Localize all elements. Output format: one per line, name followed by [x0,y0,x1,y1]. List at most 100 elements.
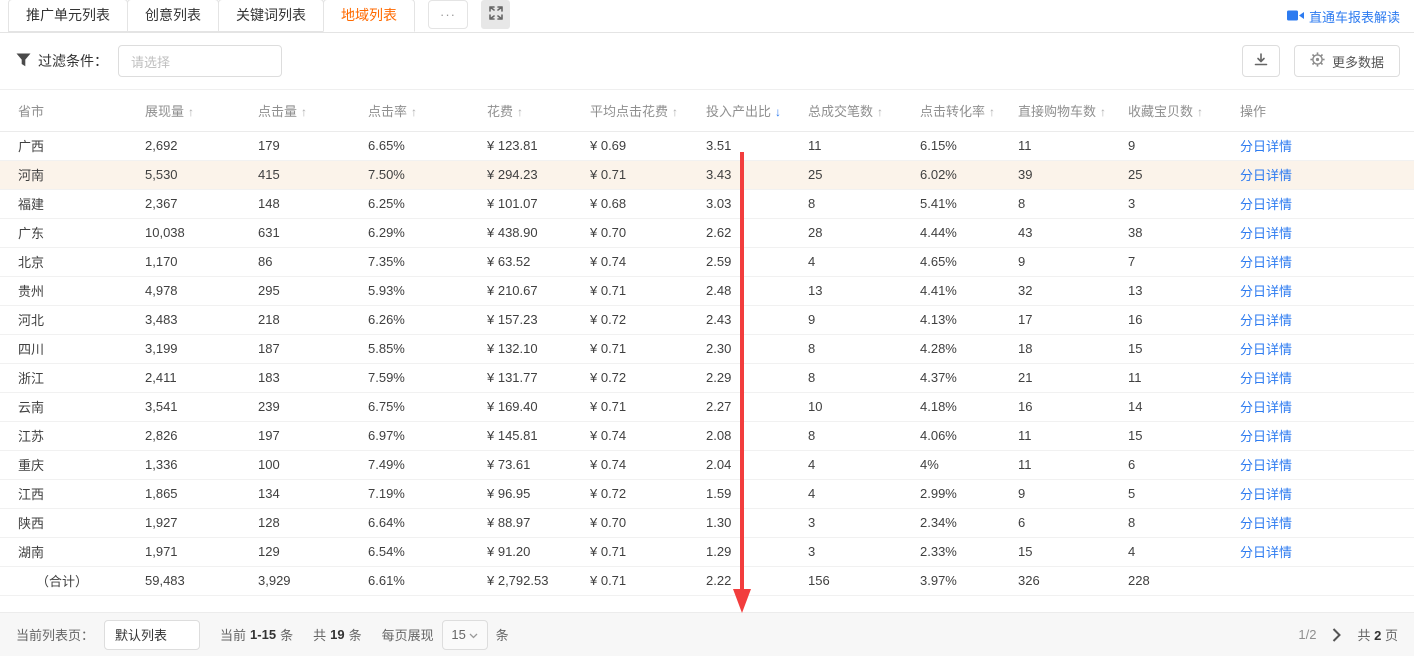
next-page-button[interactable] [1332,628,1341,642]
daily-detail-link[interactable]: 分日详情 [1240,545,1292,560]
value-cell: ¥ 73.61 [469,450,572,479]
value-cell: ¥ 0.71 [572,537,688,566]
tab-2[interactable]: 关键词列表 [218,0,324,32]
daily-detail-link[interactable]: 分日详情 [1240,313,1292,328]
value-cell: 16 [1000,392,1110,421]
table-header-row: 省市展现量↑点击量↑点击率↑花费↑平均点击花费↑投入产出比↓总成交笔数↑点击转化… [0,90,1414,131]
value-cell: 7.35% [350,247,469,276]
column-header-2[interactable]: 点击量↑ [240,90,350,131]
per-page-select[interactable]: 15 [442,620,488,650]
daily-detail-link[interactable]: 分日详情 [1240,284,1292,299]
sort-desc-icon: ↓ [775,105,781,119]
value-cell: 1,927 [127,508,240,537]
column-header-4[interactable]: 花费↑ [469,90,572,131]
daily-detail-link[interactable]: 分日详情 [1240,255,1292,270]
daily-detail-link[interactable]: 分日详情 [1240,429,1292,444]
value-cell: ¥ 0.69 [572,131,688,160]
action-cell: 分日详情 [1222,334,1414,363]
value-cell: 295 [240,276,350,305]
column-header-10[interactable]: 收藏宝贝数↑ [1110,90,1222,131]
value-cell: 1,336 [127,450,240,479]
tab-3[interactable]: 地域列表 [323,0,415,32]
value-cell: 6.29% [350,218,469,247]
action-cell: 分日详情 [1222,218,1414,247]
value-cell: 4.37% [902,363,1000,392]
value-cell: 10 [790,392,902,421]
report-explain-link[interactable]: 直通车报表解读 [1287,7,1400,26]
more-tabs-button[interactable]: ··· [428,0,468,29]
value-cell: 4 [1110,537,1222,566]
tab-1[interactable]: 创意列表 [127,0,219,32]
video-icon [1287,9,1304,25]
more-data-button[interactable]: 更多数据 [1294,45,1400,77]
column-header-7[interactable]: 总成交笔数↑ [790,90,902,131]
value-cell: 6.15% [902,131,1000,160]
tab-0[interactable]: 推广单元列表 [8,0,128,32]
daily-detail-link[interactable]: 分日详情 [1240,516,1292,531]
daily-detail-link[interactable]: 分日详情 [1240,371,1292,386]
value-cell: ¥ 0.72 [572,479,688,508]
value-cell: 15 [1110,334,1222,363]
column-header-9[interactable]: 直接购物车数↑ [1000,90,1110,131]
value-cell: 13 [1110,276,1222,305]
column-header-3[interactable]: 点击率↑ [350,90,469,131]
table-row: 北京1,170867.35%¥ 63.52¥ 0.742.5944.65%97分… [0,247,1414,276]
table-row: 福建2,3671486.25%¥ 101.07¥ 0.683.0385.41%8… [0,189,1414,218]
value-cell: 3,199 [127,334,240,363]
table-row: 四川3,1991875.85%¥ 132.10¥ 0.712.3084.28%1… [0,334,1414,363]
value-cell: 3 [1110,189,1222,218]
value-cell: 8 [790,189,902,218]
value-cell: 8 [790,334,902,363]
daily-detail-link[interactable]: 分日详情 [1240,226,1292,241]
value-cell: 2.34% [902,508,1000,537]
table-row: 广东10,0386316.29%¥ 438.90¥ 0.702.62284.44… [0,218,1414,247]
value-cell: 187 [240,334,350,363]
value-cell: 4 [790,247,902,276]
table-row: 云南3,5412396.75%¥ 169.40¥ 0.712.27104.18%… [0,392,1414,421]
download-button[interactable] [1242,45,1280,77]
value-cell: 11 [1000,421,1110,450]
list-select[interactable]: 默认列表 [104,620,200,650]
value-cell: 3,483 [127,305,240,334]
daily-detail-link[interactable]: 分日详情 [1240,168,1292,183]
daily-detail-link[interactable]: 分日详情 [1240,139,1292,154]
total-count-text: 共19条 [313,625,362,644]
value-cell: 179 [240,131,350,160]
filter-select[interactable]: 请选择 [118,45,282,77]
value-cell: 1,971 [127,537,240,566]
value-cell: 8 [790,363,902,392]
value-cell: 43 [1000,218,1110,247]
column-header-1[interactable]: 展现量↑ [127,90,240,131]
value-cell: 2.62 [688,218,790,247]
value-cell: 32 [1000,276,1110,305]
value-cell: 11 [790,131,902,160]
daily-detail-link[interactable]: 分日详情 [1240,458,1292,473]
value-cell: 415 [240,160,350,189]
chevron-down-icon [469,627,478,642]
daily-detail-link[interactable]: 分日详情 [1240,197,1292,212]
value-cell: 1.30 [688,508,790,537]
value-cell: 10,038 [127,218,240,247]
table-row: 湖南1,9711296.54%¥ 91.20¥ 0.711.2932.33%15… [0,537,1414,566]
daily-detail-link[interactable]: 分日详情 [1240,400,1292,415]
action-cell: 分日详情 [1222,450,1414,479]
column-header-6[interactable]: 投入产出比↓ [688,90,790,131]
column-header-8[interactable]: 点击转化率↑ [902,90,1000,131]
value-cell: 6.65% [350,131,469,160]
value-cell: 228 [1110,566,1222,595]
value-cell: ¥ 131.77 [469,363,572,392]
value-cell: 9 [1000,247,1110,276]
daily-detail-link[interactable]: 分日详情 [1240,342,1292,357]
daily-detail-link[interactable]: 分日详情 [1240,487,1292,502]
value-cell: 16 [1110,305,1222,334]
value-cell: 17 [1000,305,1110,334]
value-cell: 8 [790,421,902,450]
value-cell: 6.54% [350,537,469,566]
value-cell: 18 [1000,334,1110,363]
value-cell: ¥ 0.74 [572,421,688,450]
value-cell: 6.26% [350,305,469,334]
value-cell: 9 [1000,479,1110,508]
fullscreen-button[interactable] [481,0,510,29]
column-header-5[interactable]: 平均点击花费↑ [572,90,688,131]
action-cell: 分日详情 [1222,247,1414,276]
